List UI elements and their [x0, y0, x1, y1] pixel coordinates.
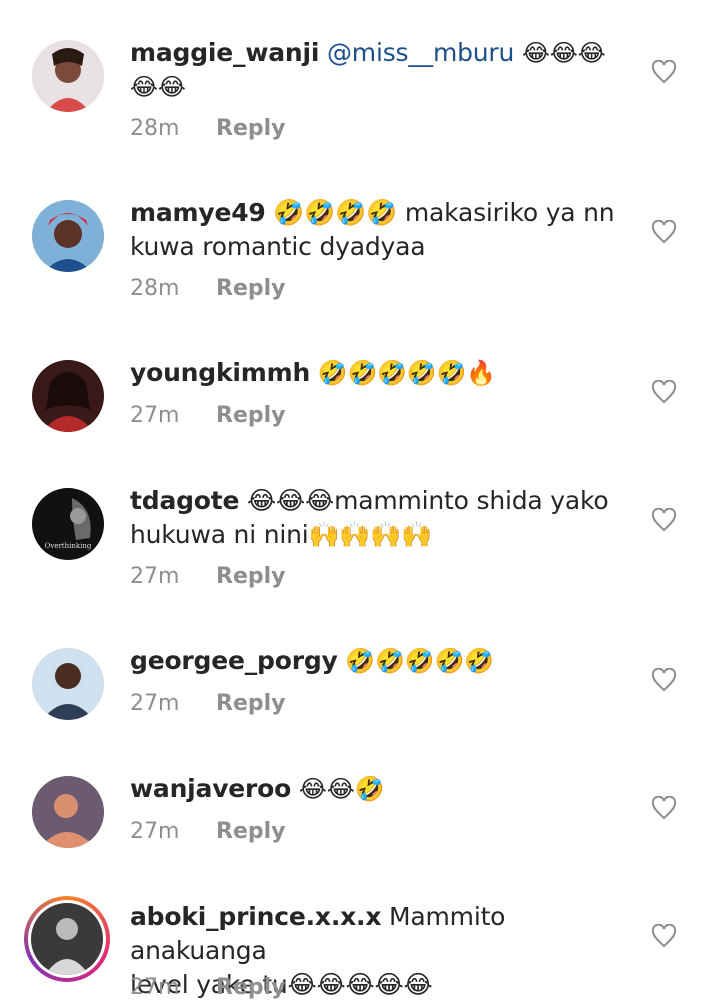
username[interactable]: youngkimmh — [130, 358, 310, 387]
comment-body: 😂😂😂mamminto shida yako — [247, 486, 609, 515]
heart-outline-icon[interactable] — [651, 668, 677, 692]
heart-outline-icon[interactable] — [651, 380, 677, 404]
comment-meta: 28m Reply — [130, 116, 286, 141]
timestamp: 27m — [130, 691, 180, 716]
comment-text: mamye49 🤣🤣🤣🤣 makasiriko ya nn kuwa roman… — [130, 196, 625, 264]
comment-meta: 27m Reply — [130, 819, 286, 844]
comment-meta: 27m Reply — [130, 691, 286, 716]
comment-body: 🤣🤣🤣🤣🤣 — [345, 647, 494, 675]
comment-body: 😂😂🤣 — [298, 775, 385, 803]
comment-body: 😂😂😂 — [521, 39, 606, 67]
heart-outline-icon[interactable] — [651, 220, 677, 244]
comment-text: youngkimmh 🤣🤣🤣🤣🤣🔥 — [130, 356, 625, 390]
avatar[interactable] — [32, 648, 104, 720]
reply-button[interactable]: Reply — [216, 819, 286, 844]
reply-button[interactable]: Reply — [216, 403, 286, 428]
reply-button[interactable]: Reply — [216, 116, 286, 141]
timestamp: 27m — [130, 975, 180, 1000]
avatar[interactable] — [32, 40, 104, 112]
avatar[interactable] — [32, 776, 104, 848]
username[interactable]: mamye49 — [130, 198, 266, 227]
reply-button[interactable]: Reply — [216, 691, 286, 716]
avatar[interactable] — [31, 903, 103, 975]
svg-text:Overthinking: Overthinking — [45, 542, 92, 550]
heart-outline-icon[interactable] — [651, 60, 677, 84]
comment-body: 🤣🤣🤣🤣🤣🔥 — [317, 359, 496, 387]
comment-body-line2: hukuwa ni nini🙌🙌🙌🙌 — [130, 520, 433, 549]
timestamp: 28m — [130, 276, 180, 301]
comment-meta: 27m Reply — [130, 975, 286, 1000]
heart-outline-icon[interactable] — [651, 796, 677, 820]
avatar[interactable] — [32, 200, 104, 272]
heart-outline-icon[interactable] — [651, 508, 677, 532]
comment-body-line2: 😂😂 — [130, 73, 186, 101]
avatar[interactable] — [32, 360, 104, 432]
comment-meta: 27m Reply — [130, 564, 286, 589]
comment-text: georgee_porgy 🤣🤣🤣🤣🤣 — [130, 644, 625, 678]
reply-button[interactable]: Reply — [216, 276, 286, 301]
timestamp: 27m — [130, 564, 180, 589]
timestamp: 27m — [130, 819, 180, 844]
comment-text: wanjaveroo 😂😂🤣 — [130, 772, 625, 806]
timestamp: 28m — [130, 116, 180, 141]
comment-meta: 27m Reply — [130, 403, 286, 428]
comment-meta: 28m Reply — [130, 276, 286, 301]
reply-button[interactable]: Reply — [216, 975, 286, 1000]
heart-outline-icon[interactable] — [651, 924, 677, 948]
username[interactable]: aboki_prince.x.x.x — [130, 902, 381, 931]
mention-link[interactable]: @miss__mburu — [327, 38, 514, 67]
username[interactable]: maggie_wanji — [130, 38, 319, 67]
reply-button[interactable]: Reply — [216, 564, 286, 589]
avatar[interactable]: Overthinking — [32, 488, 104, 560]
comment-body-line2: kuwa romantic dyadyaa — [130, 232, 426, 261]
username[interactable]: tdagote — [130, 486, 239, 515]
username[interactable]: wanjaveroo — [130, 774, 291, 803]
comment-text: tdagote 😂😂😂mamminto shida yako hukuwa ni… — [130, 484, 625, 552]
timestamp: 27m — [130, 403, 180, 428]
comment-text: maggie_wanji @miss__mburu 😂😂😂 😂😂 — [130, 36, 625, 104]
username[interactable]: georgee_porgy — [130, 646, 338, 675]
comment-body: 🤣🤣🤣🤣 makasiriko ya nn — [273, 198, 615, 227]
